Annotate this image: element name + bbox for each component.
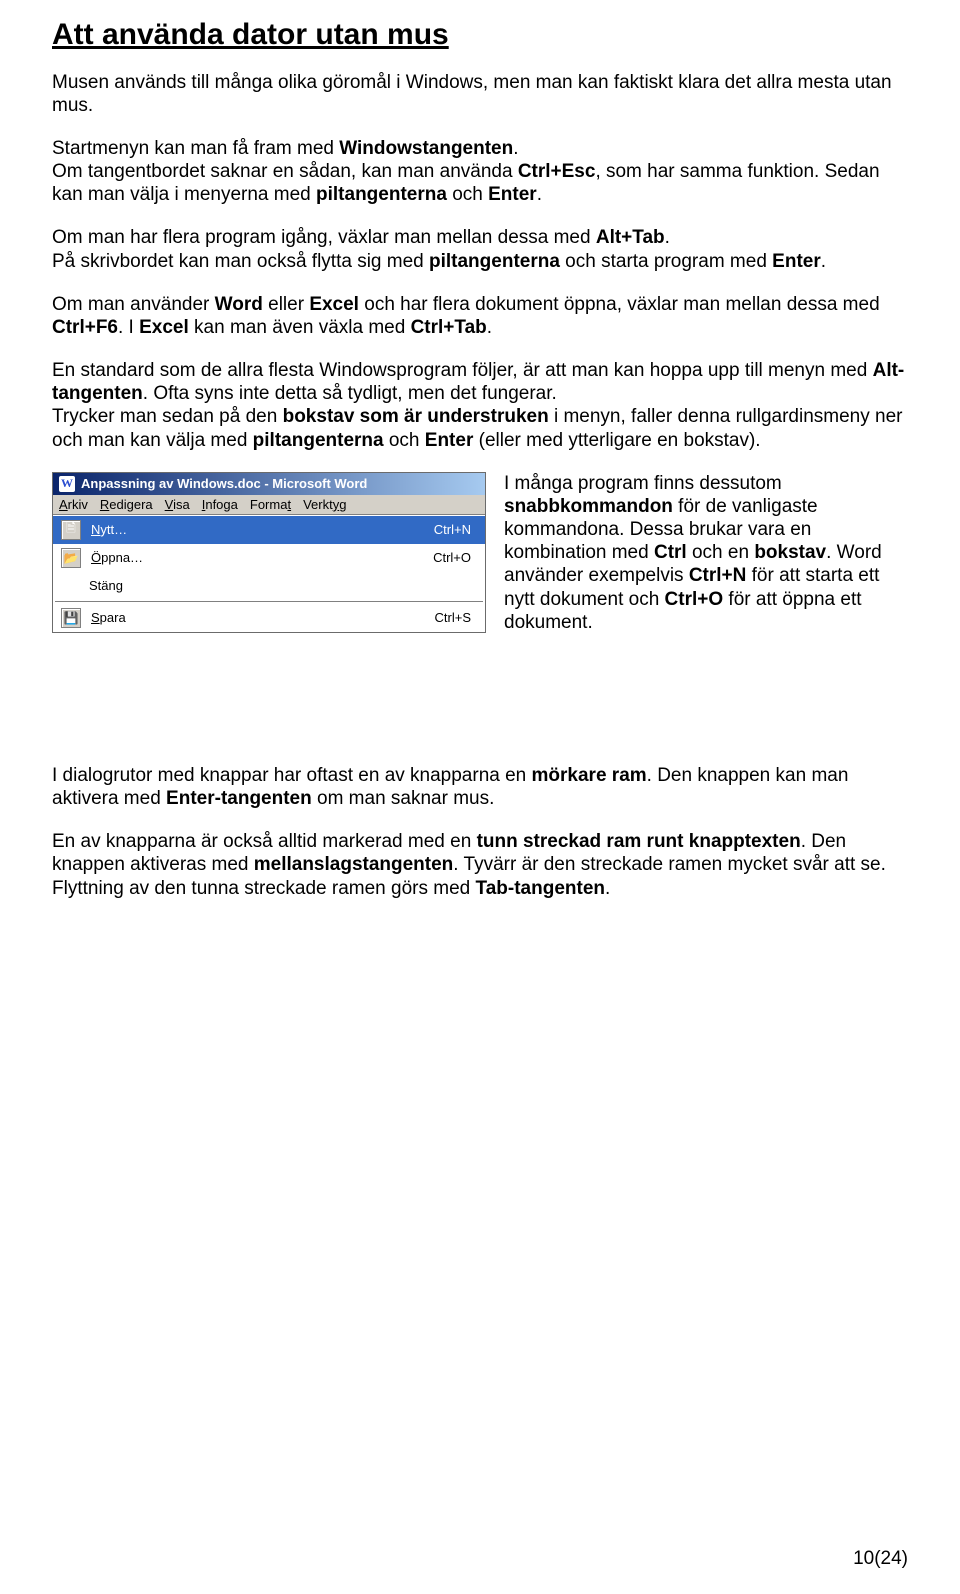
window-title-text: Anpassning av Windows.doc - Microsoft Wo… (81, 476, 367, 491)
page-title: Att använda dator utan mus (52, 18, 908, 53)
menu-infoga[interactable]: Infoga (202, 497, 238, 512)
menu-verktyg[interactable]: Verktyg (303, 497, 346, 512)
paragraph: I många program finns dessutom snabbkomm… (504, 472, 908, 634)
paragraph: Trycker man sedan på den bokstav som är … (52, 405, 908, 451)
new-doc-icon: 🗎 (61, 520, 81, 540)
menu-separator (55, 601, 483, 603)
menu-redigera[interactable]: Redigera (100, 497, 153, 512)
paragraph: Om man använder Word eller Excel och har… (52, 293, 908, 339)
menu-arkiv[interactable]: Arkiv (59, 497, 88, 512)
menu-format[interactable]: Format (250, 497, 291, 512)
document-page: Att använda dator utan mus Musen används… (0, 0, 960, 1594)
save-disk-icon: 💾 (61, 608, 81, 628)
word-screenshot: W Anpassning av Windows.doc - Microsoft … (52, 472, 486, 633)
paragraph: Om man har flera program igång, växlar m… (52, 226, 908, 249)
paragraph: Musen används till många olika göromål i… (52, 71, 908, 117)
open-folder-icon: 📂 (61, 548, 81, 568)
menu-item-close[interactable]: Stäng (53, 572, 485, 600)
menu-item-open[interactable]: 📂 Öppna… Ctrl+O (53, 544, 485, 572)
menu-item-save[interactable]: 💾 Spara Ctrl+S (53, 604, 485, 632)
menu-item-new[interactable]: 🗎 Nytt… Ctrl+N (53, 516, 485, 544)
window-titlebar: W Anpassning av Windows.doc - Microsoft … (53, 473, 485, 495)
paragraph: Om tangentbordet saknar en sådan, kan ma… (52, 160, 908, 206)
figure-row: W Anpassning av Windows.doc - Microsoft … (52, 472, 908, 654)
paragraph: En av knapparna är också alltid markerad… (52, 830, 908, 900)
paragraph: En standard som de allra flesta Windowsp… (52, 359, 908, 405)
menu-visa[interactable]: Visa (165, 497, 190, 512)
paragraph: På skrivbordet kan man också flytta sig … (52, 250, 908, 273)
dropdown-menu: 🗎 Nytt… Ctrl+N 📂 Öppna… Ctrl+O Stäng 💾 (53, 515, 485, 632)
word-app-icon: W (59, 476, 75, 492)
spacer (52, 674, 908, 764)
figure-caption: I många program finns dessutom snabbkomm… (504, 472, 908, 654)
paragraph: I dialogrutor med knappar har oftast en … (52, 764, 908, 810)
paragraph: Startmenyn kan man få fram med Windowsta… (52, 137, 908, 160)
blank-icon (61, 577, 79, 595)
menubar: Arkiv Redigera Visa Infoga Format Verkty… (53, 495, 485, 515)
page-number: 10(24) (853, 1548, 908, 1570)
